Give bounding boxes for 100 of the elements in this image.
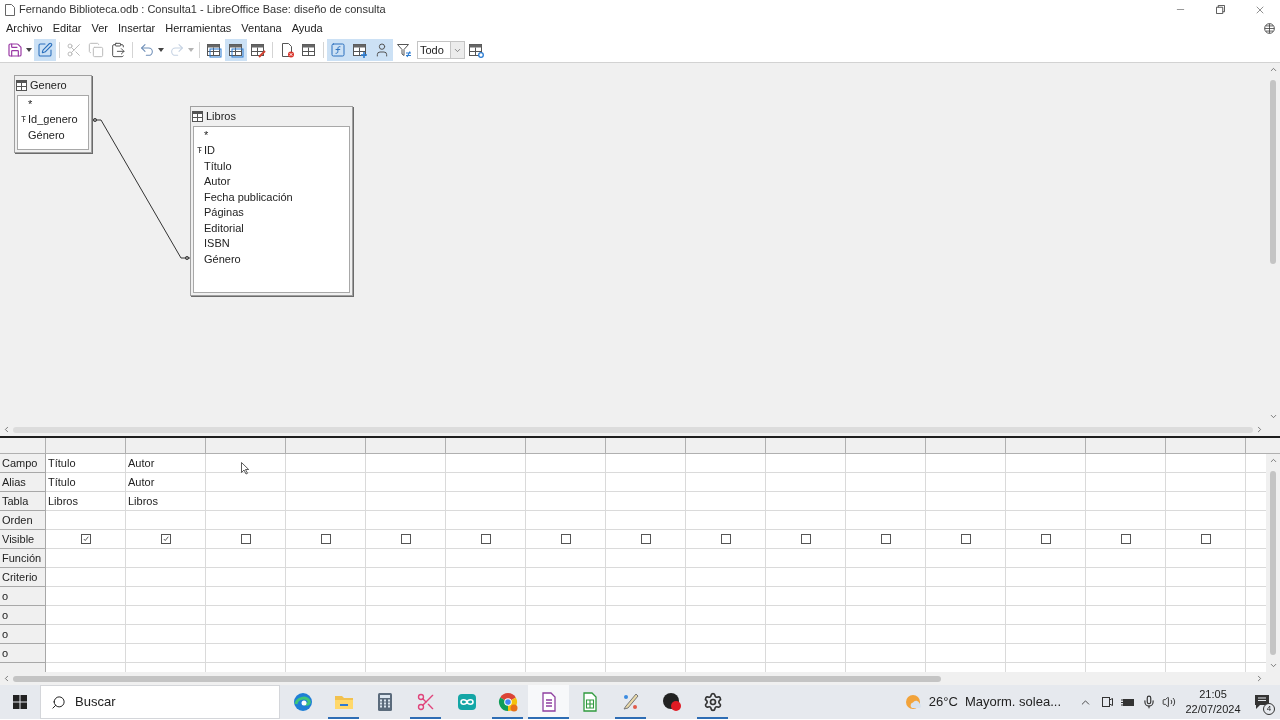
- grid-cell[interactable]: [446, 644, 526, 663]
- menu-item[interactable]: Archivo: [1, 19, 48, 38]
- grid-cell[interactable]: [446, 606, 526, 625]
- filter-select[interactable]: Todo: [417, 41, 465, 59]
- grid-cell[interactable]: [926, 454, 1006, 473]
- column-header[interactable]: [1166, 438, 1246, 454]
- grid-cell[interactable]: [606, 473, 686, 492]
- grid-cell[interactable]: [206, 606, 286, 625]
- grid-cell[interactable]: [766, 492, 846, 511]
- grid-cell[interactable]: [126, 587, 206, 606]
- visible-checkbox[interactable]: [640, 534, 651, 544]
- grid-cell[interactable]: [286, 511, 366, 530]
- column-header[interactable]: [446, 438, 526, 454]
- grid-cell[interactable]: [46, 625, 126, 644]
- column-header[interactable]: [846, 438, 926, 454]
- grid-cell[interactable]: [46, 587, 126, 606]
- grid-cell[interactable]: Autor: [126, 473, 206, 492]
- grid-cell[interactable]: [46, 568, 126, 587]
- grid-cell[interactable]: [926, 568, 1006, 587]
- grid-cell[interactable]: [686, 625, 766, 644]
- grid-cell[interactable]: [526, 606, 606, 625]
- grid-cell[interactable]: [686, 473, 766, 492]
- menu-item[interactable]: Insertar: [112, 19, 161, 38]
- column-header[interactable]: [1006, 438, 1086, 454]
- grid-cell[interactable]: [1166, 549, 1246, 568]
- grid-cell[interactable]: [606, 644, 686, 663]
- grid-cell[interactable]: [766, 568, 846, 587]
- grid-cell[interactable]: [526, 549, 606, 568]
- grid-cell[interactable]: [286, 587, 366, 606]
- toolbar-button[interactable]: [225, 39, 247, 61]
- grid-cell[interactable]: [926, 606, 1006, 625]
- grid-cell[interactable]: [366, 492, 446, 511]
- toolbar-button[interactable]: [371, 39, 393, 61]
- dropdown-button[interactable]: [450, 42, 464, 58]
- grid-cell[interactable]: [366, 549, 446, 568]
- grid-cell[interactable]: [206, 587, 286, 606]
- menu-item[interactable]: Editar: [47, 19, 87, 38]
- grid-cell[interactable]: [606, 454, 686, 473]
- grid-cell[interactable]: [926, 473, 1006, 492]
- menu-item[interactable]: Ver: [86, 19, 113, 38]
- grid-cell[interactable]: [206, 568, 286, 587]
- grid-cell[interactable]: [1006, 644, 1086, 663]
- grid-cell[interactable]: [126, 549, 206, 568]
- grid-cell[interactable]: [606, 606, 686, 625]
- grid-cell[interactable]: [606, 587, 686, 606]
- grid-cell[interactable]: [686, 549, 766, 568]
- grid-cell[interactable]: [366, 587, 446, 606]
- grid-cell[interactable]: [1006, 454, 1086, 473]
- column-header[interactable]: [686, 438, 766, 454]
- grid-cell[interactable]: [1166, 568, 1246, 587]
- column-header[interactable]: [526, 438, 606, 454]
- grid-cell[interactable]: [126, 644, 206, 663]
- grid-cell[interactable]: [766, 606, 846, 625]
- search-field[interactable]: Buscar: [75, 692, 255, 712]
- grid-cell[interactable]: [286, 549, 366, 568]
- grid-cell[interactable]: [206, 644, 286, 663]
- grid-cell[interactable]: Autor: [126, 454, 206, 473]
- grid-cell[interactable]: [926, 511, 1006, 530]
- toolbar-button[interactable]: [34, 39, 56, 61]
- grid-cell[interactable]: [286, 454, 366, 473]
- grid-cell[interactable]: [766, 644, 846, 663]
- grid-cell[interactable]: [126, 625, 206, 644]
- grid-cell[interactable]: [1086, 454, 1166, 473]
- grid-cell[interactable]: [1166, 511, 1246, 530]
- grid-cell[interactable]: [1086, 473, 1166, 492]
- grid-cell[interactable]: [686, 568, 766, 587]
- grid-cell[interactable]: [526, 454, 606, 473]
- visible-checkbox[interactable]: [1120, 534, 1131, 544]
- grid-cell[interactable]: [766, 625, 846, 644]
- grid-cell[interactable]: [126, 606, 206, 625]
- grid-cell[interactable]: [606, 492, 686, 511]
- grid-cell[interactable]: [1086, 549, 1166, 568]
- grid-cell[interactable]: [1166, 473, 1246, 492]
- visible-checkbox[interactable]: [1040, 534, 1051, 544]
- grid-cell[interactable]: [1086, 568, 1166, 587]
- grid-cell[interactable]: [366, 454, 446, 473]
- grid-cell[interactable]: [366, 568, 446, 587]
- grid-cell[interactable]: [846, 587, 926, 606]
- grid-cell[interactable]: [1166, 625, 1246, 644]
- menu-item[interactable]: Herramientas: [160, 19, 237, 38]
- grid-cell[interactable]: [1006, 549, 1086, 568]
- visible-checkbox[interactable]: [320, 534, 331, 544]
- column-header[interactable]: [126, 438, 206, 454]
- grid-cell[interactable]: [766, 511, 846, 530]
- grid-cell[interactable]: [1086, 625, 1166, 644]
- grid-cell[interactable]: [846, 454, 926, 473]
- visible-checkbox[interactable]: [560, 534, 571, 544]
- grid-cell[interactable]: [446, 454, 526, 473]
- visible-checkbox[interactable]: [880, 534, 891, 544]
- column-header[interactable]: [46, 438, 126, 454]
- grid-cell[interactable]: [526, 511, 606, 530]
- grid-cell[interactable]: [526, 473, 606, 492]
- grid-cell[interactable]: [446, 587, 526, 606]
- grid-cell[interactable]: [846, 606, 926, 625]
- menu-item[interactable]: Ayuda: [286, 19, 328, 38]
- grid-cell[interactable]: [846, 549, 926, 568]
- grid-cell[interactable]: [446, 492, 526, 511]
- grid-cell[interactable]: [1006, 587, 1086, 606]
- visible-checkbox[interactable]: [160, 534, 171, 544]
- grid-cell[interactable]: [46, 606, 126, 625]
